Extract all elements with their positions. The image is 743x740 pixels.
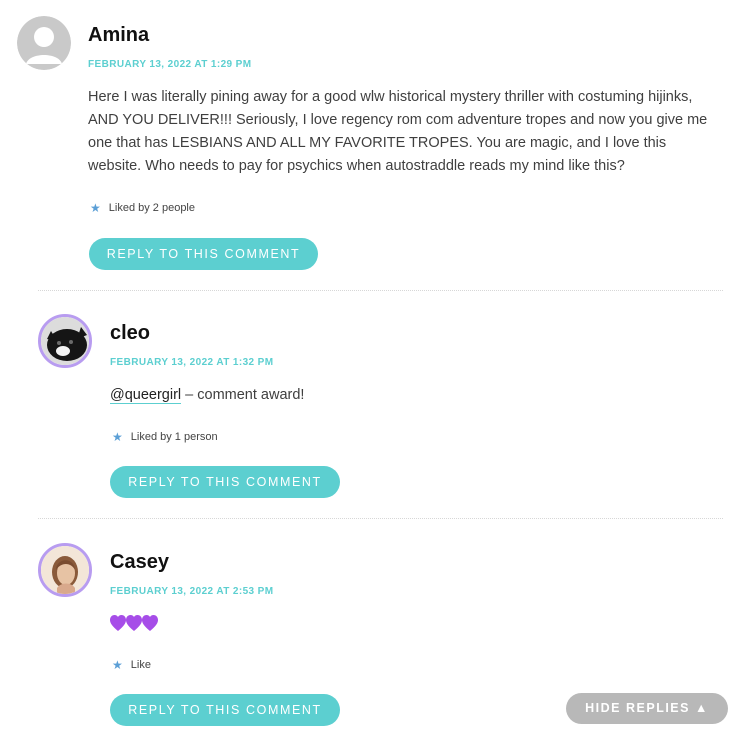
- star-icon: ★: [90, 201, 101, 215]
- likes-label: Liked by 1 person: [130, 431, 218, 443]
- likes-row[interactable]: ★ Liked by 1 person: [112, 430, 218, 444]
- avatar-default-icon[interactable]: [17, 16, 71, 70]
- cat-avatar-icon: [41, 317, 89, 365]
- hide-replies-button[interactable]: HIDE REPLIES ▲: [566, 693, 728, 724]
- comment-author[interactable]: Amina: [88, 24, 149, 47]
- reply-button[interactable]: REPLY TO THIS COMMENT: [110, 694, 340, 726]
- star-icon: ★: [112, 430, 123, 444]
- comment-author[interactable]: cleo: [110, 322, 150, 345]
- comment-divider: [38, 518, 723, 519]
- reply-button[interactable]: REPLY TO THIS COMMENT: [110, 466, 340, 498]
- likes-label: Liked by 2 people: [108, 202, 195, 214]
- purple-heart-icon: [110, 615, 158, 631]
- comment-text-rest: – comment award!: [181, 387, 305, 403]
- avatar-cleo[interactable]: [38, 314, 92, 368]
- comment-date-link[interactable]: FEBRUARY 13, 2022 AT 1:29 PM: [88, 59, 251, 70]
- comment-date-link[interactable]: FEBRUARY 13, 2022 AT 2:53 PM: [110, 586, 273, 597]
- comment-date-link[interactable]: FEBRUARY 13, 2022 AT 1:32 PM: [110, 357, 273, 368]
- comment-divider: [38, 290, 723, 291]
- likes-row[interactable]: ★ Liked by 2 people: [90, 201, 195, 215]
- comment-text: Here I was literally pining away for a g…: [88, 89, 708, 174]
- comment-author[interactable]: Casey: [110, 551, 169, 574]
- comment-text: @queergirl – comment award!: [110, 384, 710, 407]
- person-photo-icon: [41, 546, 89, 594]
- like-label: Like: [130, 659, 151, 671]
- mention-link[interactable]: @queergirl: [110, 387, 182, 404]
- avatar-casey[interactable]: [38, 543, 92, 597]
- default-user-icon: [17, 16, 71, 70]
- star-icon: ★: [112, 658, 123, 672]
- like-row[interactable]: ★ Like: [112, 658, 151, 672]
- purple-hearts-emoji: 💜💜💜: [110, 615, 158, 633]
- reply-button[interactable]: REPLY TO THIS COMMENT: [89, 238, 318, 270]
